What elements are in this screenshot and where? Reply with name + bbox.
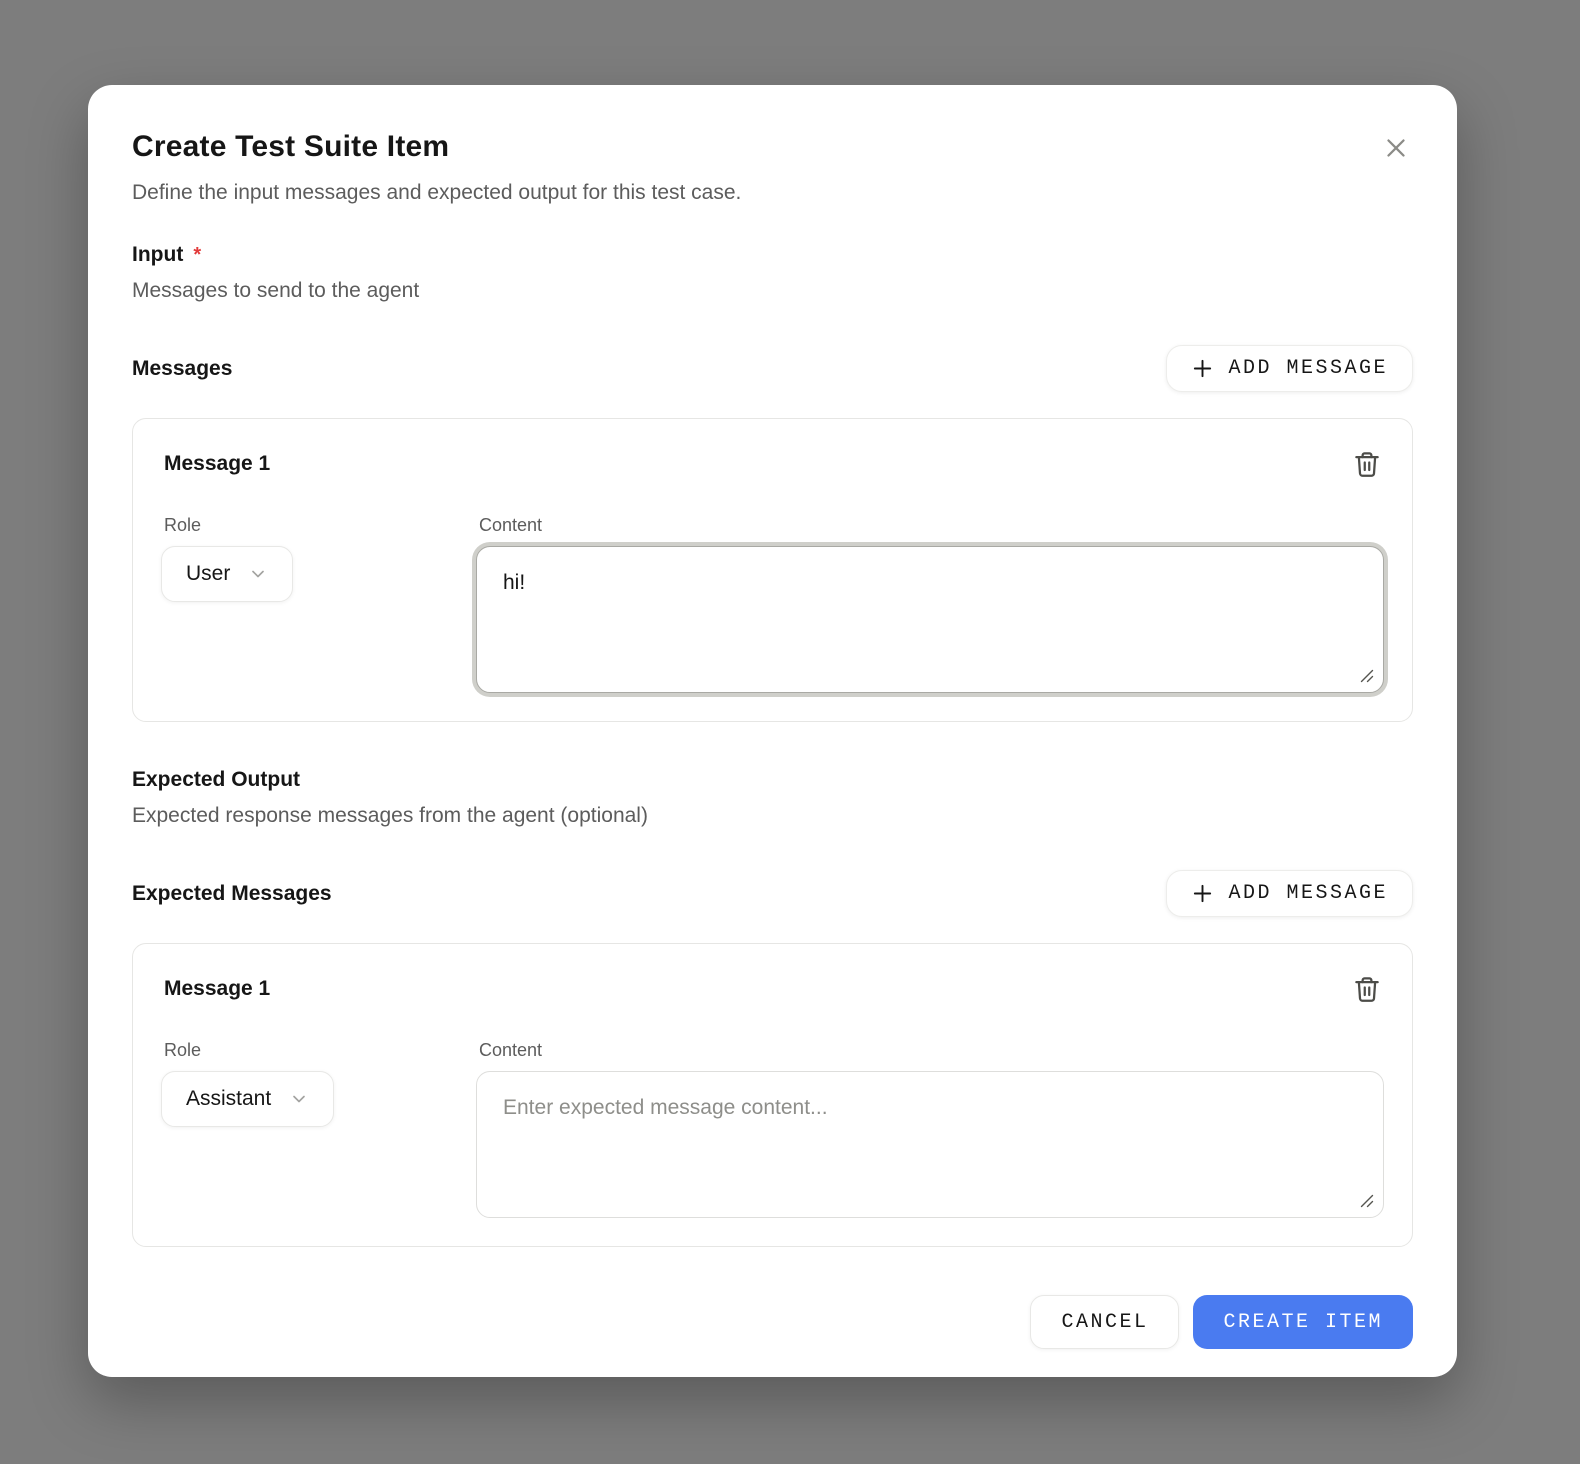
trash-icon xyxy=(1352,974,1382,1004)
content-label: Content xyxy=(479,515,1384,536)
trash-icon xyxy=(1352,449,1382,479)
close-icon xyxy=(1381,133,1411,163)
add-message-label: ADD MESSAGE xyxy=(1228,882,1388,905)
message-title: Message 1 xyxy=(164,976,270,1002)
expected-role-select[interactable]: Assistant xyxy=(161,1071,334,1127)
expected-output-label: Expected Output xyxy=(132,766,300,794)
create-test-suite-item-dialog: Create Test Suite Item Define the input … xyxy=(88,85,1457,1377)
messages-heading: Messages xyxy=(132,357,232,381)
role-select-value: Assistant xyxy=(186,1087,271,1111)
role-label: Role xyxy=(164,1040,476,1061)
add-input-message-button[interactable]: ADD MESSAGE xyxy=(1166,345,1413,392)
input-section-description: Messages to send to the agent xyxy=(132,277,1413,305)
create-item-button[interactable]: CREATE ITEM xyxy=(1193,1295,1413,1349)
close-button[interactable] xyxy=(1379,131,1413,165)
message-title: Message 1 xyxy=(164,451,270,477)
plus-icon xyxy=(1191,882,1214,905)
delete-input-message-button[interactable] xyxy=(1350,447,1384,481)
required-asterisk: * xyxy=(193,241,201,269)
expected-message-content-textarea[interactable] xyxy=(476,1071,1384,1218)
chevron-down-icon xyxy=(289,1089,309,1109)
role-select-value: User xyxy=(186,562,230,586)
input-role-select[interactable]: User xyxy=(161,546,293,602)
expected-message-card: Message 1 Role Assistant xyxy=(132,943,1413,1247)
content-label: Content xyxy=(479,1040,1384,1061)
cancel-button[interactable]: CANCEL xyxy=(1030,1295,1179,1349)
input-message-card: Message 1 Role User xyxy=(132,418,1413,722)
add-message-label: ADD MESSAGE xyxy=(1228,357,1388,380)
delete-expected-message-button[interactable] xyxy=(1350,972,1384,1006)
expected-messages-heading: Expected Messages xyxy=(132,882,332,906)
chevron-down-icon xyxy=(248,564,268,584)
plus-icon xyxy=(1191,357,1214,380)
input-message-content-textarea[interactable]: hi! xyxy=(476,546,1384,693)
dialog-title: Create Test Suite Item xyxy=(132,129,1413,165)
dialog-subtitle: Define the input messages and expected o… xyxy=(132,179,1413,207)
expected-output-description: Expected response messages from the agen… xyxy=(132,802,1413,830)
role-label: Role xyxy=(164,515,476,536)
add-expected-message-button[interactable]: ADD MESSAGE xyxy=(1166,870,1413,917)
input-section-label: Input xyxy=(132,241,183,269)
